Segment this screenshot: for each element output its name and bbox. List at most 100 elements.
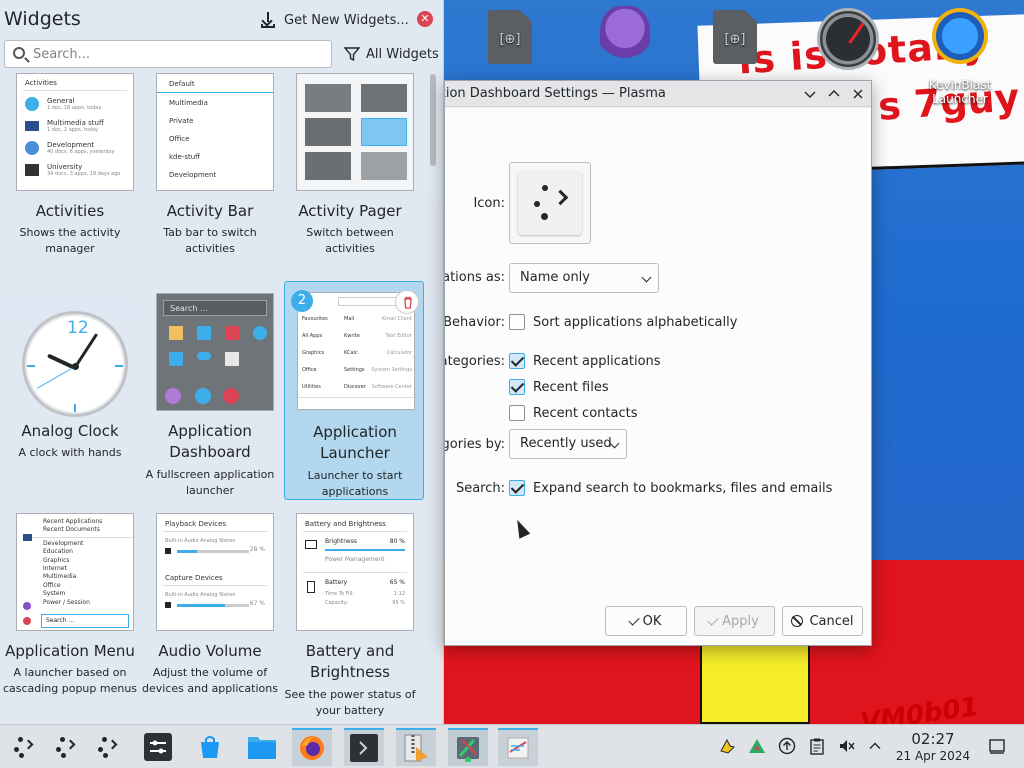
recent-files-label: Recent files bbox=[533, 379, 609, 395]
taskbar-settings-app[interactable] bbox=[138, 728, 178, 766]
preview-text: Capacity: bbox=[325, 600, 349, 606]
checkbox[interactable] bbox=[509, 405, 525, 421]
app-launcher-kicker-1[interactable] bbox=[6, 728, 46, 766]
preview-text: University bbox=[47, 163, 83, 171]
widget-tile-analog-clock[interactable]: 12 Analog Clock A clock with hands bbox=[0, 293, 140, 513]
checkbox[interactable] bbox=[509, 314, 525, 330]
taskbar-terminal[interactable] bbox=[344, 728, 384, 766]
preview-text: Battery bbox=[325, 579, 348, 586]
show-as-combobox[interactable]: Name only bbox=[509, 263, 659, 293]
widget-tile-name: Activity Pager bbox=[298, 202, 402, 220]
widget-tile-battery-brightness[interactable]: Battery and Brightness Brightness 80 % P… bbox=[280, 513, 420, 724]
tray-clipboard[interactable] bbox=[808, 737, 826, 755]
minimize-button[interactable] bbox=[801, 85, 819, 103]
taskbar-archiver[interactable] bbox=[396, 728, 436, 766]
filter-icon bbox=[344, 47, 360, 62]
categories-label: Show categories: bbox=[445, 354, 505, 369]
preview-text: System bbox=[43, 590, 66, 598]
all-widgets-filter-button[interactable]: All Widgets bbox=[344, 45, 439, 63]
taskbar-plasma-settings[interactable] bbox=[448, 728, 488, 766]
recent-apps-checkbox[interactable]: Recent applications bbox=[509, 351, 661, 371]
widget-preview-activities: Activities General 1 doc, 16 apps, today … bbox=[16, 73, 134, 191]
checkbox-checked[interactable] bbox=[509, 379, 525, 395]
checkbox-checked[interactable] bbox=[509, 353, 525, 369]
tray-updates-icon[interactable] bbox=[718, 737, 736, 755]
digital-clock-date[interactable]: 21 Apr 2024 bbox=[893, 749, 973, 763]
widget-preview-activity-bar: Default Multimedia Private Office kde-st… bbox=[156, 73, 274, 191]
widget-tile-application-dashboard[interactable]: Search ... Application Dashboard A fulls… bbox=[140, 293, 280, 513]
expand-search-checkbox[interactable]: Expand search to bookmarks, files and em… bbox=[509, 478, 832, 498]
close-icon[interactable]: ✕ bbox=[417, 11, 433, 27]
taskbar-discover-app[interactable] bbox=[190, 728, 230, 766]
recent-contacts-label: Recent contacts bbox=[533, 405, 638, 421]
archive-icon bbox=[404, 734, 428, 762]
check-icon bbox=[707, 613, 719, 626]
analog-clock-preview: 12 bbox=[22, 311, 128, 417]
widget-tile-activities[interactable]: Activities General 1 doc, 16 apps, today … bbox=[0, 73, 140, 293]
tray-update-notifier[interactable] bbox=[778, 737, 796, 755]
tray-expand-button[interactable] bbox=[866, 737, 884, 755]
get-new-widgets-button[interactable]: Get New Widgets... bbox=[260, 9, 409, 31]
desktop-app-icon-speedometer[interactable] bbox=[808, 8, 888, 70]
preview-text: Power / Session bbox=[43, 598, 90, 606]
taskbar-file-manager[interactable] bbox=[242, 728, 282, 766]
widget-tile-application-menu[interactable]: Recent Applications Recent Documents Dev… bbox=[0, 513, 140, 724]
widget-tile-audio-volume[interactable]: Playback Devices Built-in Audio Analog S… bbox=[140, 513, 280, 724]
taskbar-document-app[interactable] bbox=[498, 728, 538, 766]
arrow-up-circle-icon bbox=[778, 737, 796, 755]
sort-alphabetically-checkbox[interactable]: Sort applications alphabetically bbox=[509, 312, 737, 332]
preview-text: Software Center bbox=[371, 384, 412, 390]
tray-volume[interactable] bbox=[838, 737, 856, 755]
apply-button[interactable]: Apply bbox=[694, 606, 775, 636]
widget-tile-name: Battery and Brightness bbox=[305, 642, 395, 681]
chevron-down-icon bbox=[804, 91, 816, 98]
ok-button[interactable]: OK bbox=[605, 606, 687, 636]
recent-files-checkbox[interactable]: Recent files bbox=[509, 377, 609, 397]
digital-clock-time[interactable]: 02:27 bbox=[893, 730, 973, 748]
recent-contacts-checkbox[interactable]: Recent contacts bbox=[509, 403, 637, 423]
preview-text: Favourites bbox=[302, 316, 328, 322]
tray-warning-icon[interactable] bbox=[748, 737, 766, 755]
taskbar-firefox[interactable] bbox=[292, 728, 332, 766]
preview-text: 95 % bbox=[392, 600, 405, 606]
show-desktop-button[interactable] bbox=[988, 737, 1006, 755]
remove-widget-button[interactable] bbox=[395, 290, 419, 314]
desktop-app-icon-bird[interactable] bbox=[585, 6, 665, 70]
preview-text: 1:12 bbox=[393, 591, 405, 597]
file-icon: [⊕] bbox=[488, 10, 532, 64]
show-desktop-icon bbox=[989, 739, 1005, 754]
close-button[interactable] bbox=[849, 85, 867, 103]
dialog-title: Application Dashboard Settings — Plasma bbox=[445, 86, 666, 101]
dialog-titlebar[interactable]: Application Dashboard Settings — Plasma bbox=[445, 81, 871, 107]
cancel-button[interactable]: Cancel bbox=[782, 606, 863, 636]
widgets-scrollbar[interactable] bbox=[430, 74, 436, 166]
widget-search-box[interactable] bbox=[4, 40, 332, 68]
app-launcher-kicker-2[interactable] bbox=[48, 728, 88, 766]
checkbox-checked[interactable] bbox=[509, 480, 525, 496]
close-icon bbox=[853, 89, 863, 99]
desktop-app-kevinblast[interactable]: KevinBlast Launcher bbox=[920, 8, 1000, 106]
app-launcher-kicker-3[interactable] bbox=[90, 728, 130, 766]
preview-text: Education bbox=[43, 548, 73, 556]
expand-search-label: Expand search to bookmarks, files and em… bbox=[533, 480, 833, 496]
widget-search-input[interactable] bbox=[33, 44, 323, 64]
desktop-file-icon-2[interactable]: [⊕] bbox=[695, 10, 775, 64]
widget-tile-activity-pager[interactable]: Activity Pager Switch between activities bbox=[280, 73, 420, 293]
preview-text: 40 docs, 6 apps, yesterday bbox=[47, 149, 115, 155]
preview-text: Search ... bbox=[163, 300, 267, 316]
apply-label: Apply bbox=[722, 613, 759, 629]
icon-picker-button[interactable] bbox=[509, 162, 591, 244]
sort-by-value: Recently used bbox=[520, 436, 612, 451]
chevron-up-icon bbox=[869, 742, 881, 749]
desktop-file-icon-1[interactable]: [⊕] bbox=[470, 10, 550, 64]
sort-by-combobox[interactable]: Recently used bbox=[509, 429, 627, 459]
preview-text: 1 doc, 2 apps, today bbox=[47, 127, 99, 133]
widget-tile-desc: A fullscreen application launcher bbox=[145, 468, 275, 497]
widget-tile-application-launcher[interactable]: er Favourites All Apps Graphics Office U… bbox=[284, 281, 424, 500]
preview-text: Search ... bbox=[41, 614, 129, 628]
maximize-button[interactable] bbox=[825, 85, 843, 103]
widget-preview-battery: Battery and Brightness Brightness 80 % P… bbox=[296, 513, 414, 631]
folder-icon bbox=[248, 737, 276, 759]
widget-tile-activity-bar[interactable]: Default Multimedia Private Office kde-st… bbox=[140, 73, 280, 293]
cancel-label: Cancel bbox=[809, 613, 854, 629]
